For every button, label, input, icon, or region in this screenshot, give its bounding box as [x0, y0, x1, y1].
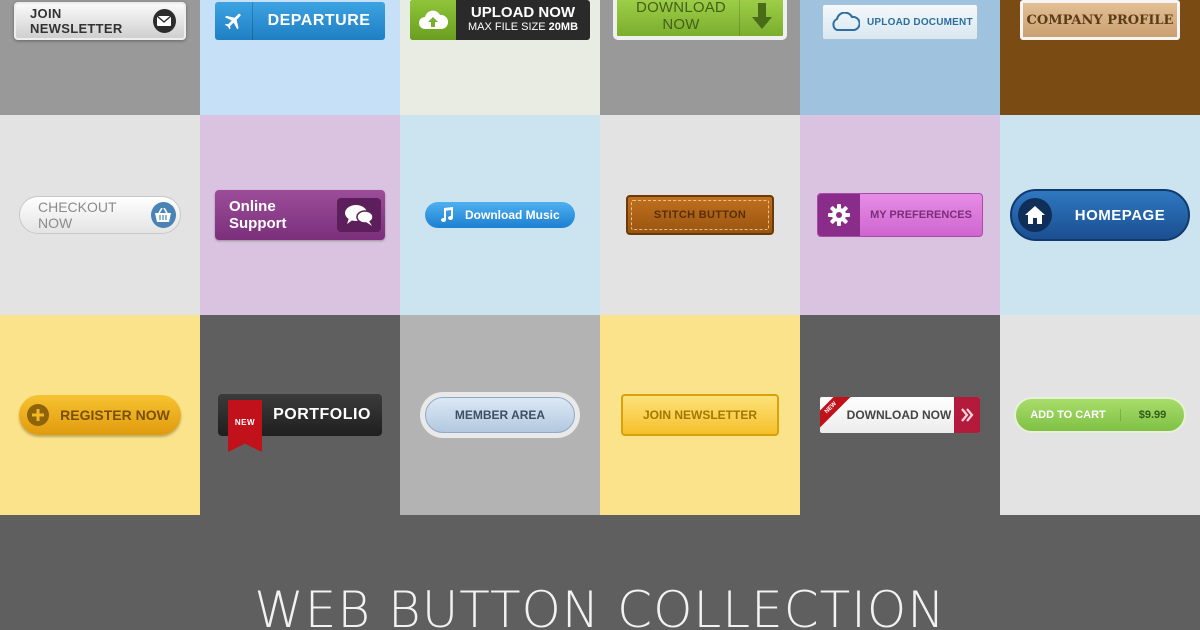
member-area-label: MEMBER AREA — [454, 408, 546, 422]
chat-bubbles-icon — [337, 198, 381, 232]
home-icon — [1018, 198, 1052, 232]
button-grid: JOIN NEWSLETTER DEPARTURE UPLOAD NOW MAX… — [0, 0, 1200, 515]
cell-my-preferences: MY PREFERENCES — [800, 115, 1000, 315]
double-chevron-right-icon — [954, 397, 980, 433]
my-preferences-button[interactable]: MY PREFERENCES — [817, 193, 983, 237]
online-support-label: Online Support — [229, 198, 287, 232]
gear-icon — [818, 194, 860, 236]
register-now-button[interactable]: REGISTER NOW — [19, 395, 181, 435]
upload-document-label: UPLOAD DOCUMENT — [867, 16, 973, 28]
download-music-label: Download Music — [465, 208, 560, 222]
plus-icon — [27, 404, 49, 426]
download-now-green-label: DOWNLOAD NOW — [636, 0, 726, 33]
arrow-down-icon — [739, 0, 783, 36]
company-profile-label: COMPANY PROFILE — [1026, 12, 1174, 28]
add-to-cart-button[interactable]: ADD TO CART $9.99 — [1014, 397, 1186, 433]
departure-button[interactable]: DEPARTURE — [215, 2, 385, 40]
cell-departure: DEPARTURE — [200, 0, 400, 115]
stitch-button[interactable]: STITCH BUTTON — [626, 195, 774, 235]
homepage-button[interactable]: HOMEPAGE — [1010, 189, 1190, 241]
register-now-label: REGISTER NOW — [60, 407, 170, 423]
download-now-green-button[interactable]: DOWNLOAD NOW — [613, 0, 787, 40]
join-newsletter-yellow-label: JOIN NEWSLETTER — [642, 408, 757, 422]
envelope-icon — [152, 9, 176, 33]
checkout-now-button[interactable]: CHECKOUT NOW — [19, 196, 181, 234]
cell-member-area: MEMBER AREA — [400, 315, 600, 515]
cell-upload-now: UPLOAD NOW MAX FILE SIZE 20MB — [400, 0, 600, 115]
download-now-ribbon-button[interactable]: NEW DOWNLOAD NOW — [820, 397, 980, 433]
new-ribbon-badge: NEW — [228, 400, 262, 452]
cell-download-music: Download Music — [400, 115, 600, 315]
portfolio-button[interactable]: NEW PORTFOLIO — [218, 394, 382, 452]
join-newsletter-yellow-button[interactable]: JOIN NEWSLETTER — [621, 394, 779, 436]
cell-stitch-button: STITCH BUTTON — [600, 115, 800, 315]
cell-download-now-green: DOWNLOAD NOW — [600, 0, 800, 115]
member-area-button[interactable]: MEMBER AREA — [420, 392, 580, 438]
cell-register-now: REGISTER NOW — [0, 315, 200, 515]
airplane-icon — [215, 2, 253, 40]
cell-homepage: HOMEPAGE — [1000, 115, 1200, 315]
cloud-icon — [823, 5, 867, 39]
collection-title: WEB BUTTON COLLECTION — [254, 581, 946, 630]
add-to-cart-label: ADD TO CART — [1030, 409, 1106, 421]
my-preferences-label: MY PREFERENCES — [870, 209, 972, 221]
cell-join-newsletter: JOIN NEWSLETTER — [0, 0, 200, 115]
upload-now-size: 20MB — [548, 21, 579, 33]
checkout-now-label: CHECKOUT NOW — [38, 199, 117, 231]
cell-online-support: Online Support — [200, 115, 400, 315]
cell-download-now-ribbon: NEW DOWNLOAD NOW — [800, 315, 1000, 515]
upload-now-label: UPLOAD NOW — [470, 4, 576, 21]
company-profile-button[interactable]: COMPANY PROFILE — [1020, 0, 1180, 40]
download-music-button[interactable]: Download Music — [425, 202, 575, 228]
cell-upload-document: UPLOAD DOCUMENT — [800, 0, 1000, 115]
upload-document-button[interactable]: UPLOAD DOCUMENT — [822, 4, 978, 40]
portfolio-label: PORTFOLIO — [273, 406, 371, 423]
download-now-ribbon-label: DOWNLOAD NOW — [846, 408, 952, 422]
cell-portfolio: NEW PORTFOLIO — [200, 315, 400, 515]
cloud-upload-icon — [410, 0, 456, 40]
basket-icon — [150, 202, 176, 228]
upload-now-button[interactable]: UPLOAD NOW MAX FILE SIZE 20MB — [410, 0, 590, 40]
departure-label: DEPARTURE — [267, 12, 371, 29]
join-newsletter-label: JOIN NEWSLETTER — [30, 6, 123, 36]
homepage-label: HOMEPAGE — [1074, 206, 1166, 224]
music-note-icon — [437, 207, 457, 223]
stitch-button-label: STITCH BUTTON — [653, 209, 747, 221]
cell-add-to-cart: ADD TO CART $9.99 — [1000, 315, 1200, 515]
join-newsletter-button[interactable]: JOIN NEWSLETTER — [14, 2, 186, 40]
cell-company-profile: COMPANY PROFILE — [1000, 0, 1200, 115]
cell-join-newsletter-yellow: JOIN NEWSLETTER — [600, 315, 800, 515]
price-label: $9.99 — [1120, 409, 1184, 421]
cell-checkout-now: CHECKOUT NOW — [0, 115, 200, 315]
online-support-button[interactable]: Online Support — [215, 190, 385, 240]
upload-now-sublabel: MAX FILE SIZE — [467, 21, 546, 33]
